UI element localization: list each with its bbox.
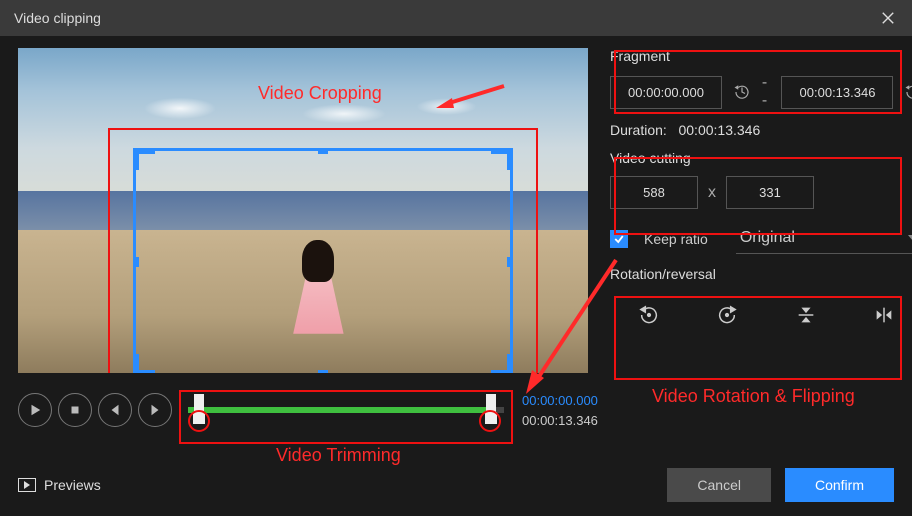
- close-icon[interactable]: [878, 8, 898, 28]
- ratio-preset-value: Original: [740, 229, 795, 247]
- play-button[interactable]: [18, 393, 52, 427]
- confirm-button[interactable]: Confirm: [785, 468, 894, 502]
- reset-start-icon[interactable]: [732, 81, 752, 103]
- chevron-down-icon: [907, 232, 912, 244]
- fragment-end-input[interactable]: [781, 76, 893, 109]
- cut-height-input[interactable]: [726, 176, 814, 209]
- reset-end-icon[interactable]: [903, 81, 912, 103]
- rotate-cw-button[interactable]: [707, 298, 747, 332]
- cutting-section: Video cutting x Keep ratio Original: [610, 150, 912, 254]
- annotation-trim-label: Video Trimming: [276, 445, 401, 466]
- ratio-preset-select[interactable]: Original: [736, 223, 912, 254]
- previews-button[interactable]: Previews: [18, 477, 101, 493]
- duration-value: 00:00:13.346: [678, 122, 760, 138]
- cut-separator: x: [708, 184, 716, 202]
- previews-icon: [18, 478, 36, 492]
- stop-button[interactable]: [58, 393, 92, 427]
- trim-end-handle[interactable]: [486, 394, 496, 416]
- trim-start-time: 00:00:00.000: [522, 393, 598, 408]
- fragment-start-input[interactable]: [610, 76, 722, 109]
- flip-horizontal-button[interactable]: [864, 298, 904, 332]
- cut-width-input[interactable]: [610, 176, 698, 209]
- trim-end-time: 00:00:13.346: [522, 413, 598, 428]
- rotate-ccw-button[interactable]: [629, 298, 669, 332]
- titlebar: Video clipping: [0, 0, 912, 36]
- fragment-separator: --: [762, 74, 772, 110]
- trim-start-handle[interactable]: [194, 394, 204, 416]
- fragment-section: Fragment -- Duration: 00:00:13.346: [610, 48, 912, 138]
- keep-ratio-label: Keep ratio: [644, 231, 708, 247]
- fragment-title: Fragment: [610, 48, 912, 64]
- window-title: Video clipping: [14, 10, 101, 26]
- step-back-button[interactable]: [98, 393, 132, 427]
- previews-label: Previews: [44, 477, 101, 493]
- rotation-title: Rotation/reversal: [610, 266, 912, 282]
- keep-ratio-checkbox[interactable]: [610, 230, 628, 248]
- duration-label: Duration:: [610, 122, 667, 138]
- step-fwd-button[interactable]: [138, 393, 172, 427]
- trim-timeline[interactable]: 00:00:00.000 00:00:13.346: [188, 385, 588, 435]
- cancel-button[interactable]: Cancel: [667, 468, 771, 502]
- video-preview[interactable]: [18, 48, 588, 373]
- flip-vertical-button[interactable]: [786, 298, 826, 332]
- rotation-section: Rotation/reversal: [610, 266, 912, 336]
- crop-selector[interactable]: [133, 148, 513, 373]
- cutting-title: Video cutting: [610, 150, 912, 166]
